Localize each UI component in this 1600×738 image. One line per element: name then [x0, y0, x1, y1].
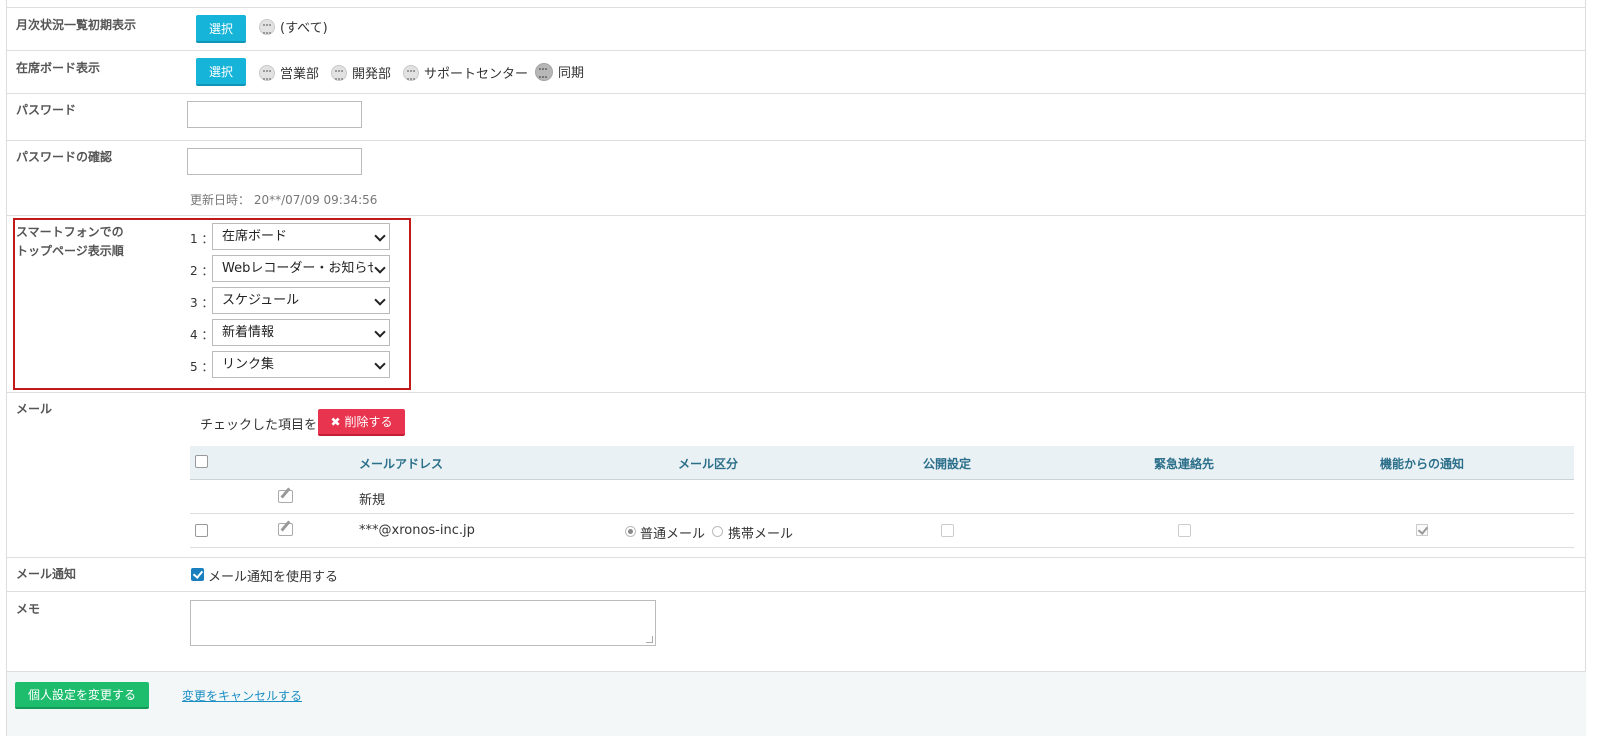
monthly-status-label: 月次状況一覧初期表示 [16, 18, 137, 32]
order-select-5[interactable]: リンク集 [212, 351, 390, 378]
order-select-value: 在席ボード [222, 229, 288, 244]
group-icon [535, 62, 553, 81]
updated-timestamp: 更新日時： 20**/07/09 09:34:56 [190, 193, 378, 207]
submit-button[interactable]: 個人設定を変更する [15, 682, 149, 709]
close-icon: ✖ [330, 414, 341, 429]
order-number-5: 5 ： [190, 360, 214, 374]
radio-mobile-mail[interactable] [712, 526, 723, 537]
group-chip-all: (すべて) [259, 17, 328, 36]
header-notify: 機能からの通知 [1380, 457, 1465, 471]
monthly-status-select-button[interactable]: 選択 [196, 15, 246, 43]
memo-textarea[interactable] [190, 600, 656, 646]
edit-icon[interactable] [278, 490, 293, 503]
order-select-value: Webレコーダー・お知らせ [222, 261, 381, 276]
order-select-value: 新着情報 [222, 325, 275, 340]
row-checkbox[interactable] [195, 524, 208, 537]
order-select-2[interactable]: Webレコーダー・お知らせ [212, 255, 390, 282]
order-select-4[interactable]: 新着情報 [212, 319, 390, 346]
mail-notify-checkbox-label[interactable]: メール通知を使用する [208, 566, 338, 585]
public-checkbox[interactable] [941, 524, 954, 537]
password-confirm-label: パスワードの確認 [16, 150, 113, 164]
group-chip-sync: 同期 [535, 62, 584, 81]
order-select-value: リンク集 [222, 357, 275, 372]
radio-mobile-mail-label: 携帯メール [728, 527, 794, 542]
checked-items-label: チェックした項目を： [200, 418, 331, 433]
group-chip-label: 営業部 [280, 67, 320, 82]
header-address: メールアドレス [359, 457, 444, 471]
group-chip-label: サポートセンター [424, 67, 529, 82]
order-number-4: 4 ： [190, 328, 214, 342]
mail-notify-label: メール通知 [16, 567, 77, 581]
group-chip-dev: 開発部 [331, 63, 391, 82]
presence-board-select-button[interactable]: 選択 [196, 58, 246, 86]
mail-notify-checkbox[interactable] [191, 568, 204, 581]
notify-checkbox[interactable] [1416, 524, 1428, 536]
mail-label: メール [16, 402, 53, 416]
group-icon [331, 64, 347, 81]
order-select-1[interactable]: 在席ボード [212, 223, 390, 250]
edit-icon[interactable] [278, 523, 293, 536]
order-select-3[interactable]: スケジュール [212, 287, 390, 314]
order-number-1: 1 ： [190, 232, 214, 246]
presence-board-label: 在席ボード表示 [16, 61, 101, 75]
header-emergency: 緊急連絡先 [1154, 457, 1215, 471]
group-icon [259, 18, 275, 35]
radio-normal-mail[interactable] [625, 526, 636, 537]
header-public: 公開設定 [923, 457, 972, 471]
order-number-2: 2 ： [190, 264, 214, 278]
table-row: ***@xronos-inc.jp 普通メール 携帯メール [190, 514, 1574, 548]
password-label: パスワード [16, 103, 77, 117]
header-type: メール区分 [678, 457, 739, 471]
order-number-3: 3 ： [190, 296, 214, 310]
group-chip-sales: 営業部 [259, 63, 319, 82]
group-icon [259, 64, 275, 81]
group-chip-support: サポートセンター [403, 63, 528, 82]
group-icon [403, 64, 419, 81]
smartphone-order-label-line2: トップページ表示順 [16, 244, 124, 258]
order-select-value: スケジュール [222, 293, 300, 308]
radio-normal-mail-label: 普通メール [640, 527, 706, 542]
table-row-new: 新規 [190, 480, 1574, 514]
cancel-link[interactable]: 変更をキャンセルする [182, 687, 302, 704]
table-header: メールアドレス メール区分 公開設定 緊急連絡先 機能からの通知 [190, 446, 1574, 480]
delete-button-label: 削除する [344, 415, 393, 429]
mail-address: ***@xronos-inc.jp [359, 523, 475, 538]
memo-label: メモ [16, 602, 41, 616]
new-row-label[interactable]: 新規 [359, 489, 385, 508]
smartphone-order-label-line1: スマートフォンでの [16, 225, 124, 239]
select-all-checkbox[interactable] [195, 455, 208, 468]
password-confirm-input[interactable] [187, 148, 362, 175]
delete-button[interactable]: ✖ 削除する [318, 409, 405, 436]
emergency-checkbox[interactable] [1178, 524, 1191, 537]
password-input[interactable] [187, 101, 362, 128]
group-chip-label: 開発部 [352, 67, 392, 82]
group-chip-label: 同期 [558, 66, 585, 81]
group-chip-label: (すべて) [280, 21, 328, 36]
